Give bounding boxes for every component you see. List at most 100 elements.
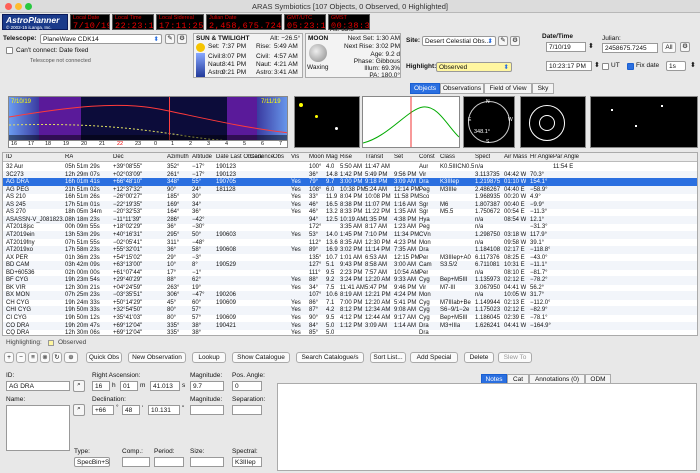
quick-obs-button[interactable]: Quick Obs [86, 352, 122, 363]
column-header[interactable]: Class [440, 154, 455, 160]
column-header[interactable]: Spect [475, 154, 490, 160]
dec-degrees-field[interactable]: +66 [92, 405, 114, 415]
moon-phase-icon [309, 44, 327, 62]
datetime-settings-icon[interactable]: ⚙ [680, 42, 690, 52]
altitude-graph[interactable] [362, 96, 460, 148]
remove-row-button[interactable]: − [16, 352, 26, 363]
magnitude-field[interactable]: 9.7 [190, 381, 224, 391]
slew-to-button[interactable]: Slew To [498, 352, 532, 363]
fix-date-checkbox[interactable] [627, 63, 634, 70]
size-field[interactable] [190, 457, 224, 467]
refresh-icon[interactable]: ↻ [52, 352, 62, 363]
period-field[interactable] [154, 457, 184, 467]
dec-label: Declination: [92, 396, 126, 403]
julian-field[interactable]: 2458675.7245 [602, 43, 658, 53]
datetime-title: Date/Time [542, 33, 573, 40]
name-search-icon[interactable]: ⌕ [73, 404, 85, 416]
pos-angle-field[interactable]: 0 [232, 381, 262, 391]
show-catalogue-button[interactable]: Show Catalogue [232, 352, 290, 363]
moon-next-set: Next Set: 1:30 AM [347, 35, 400, 42]
column-header[interactable]: Hr Angle [530, 154, 553, 160]
column-header[interactable]: Mag [326, 154, 338, 160]
compass-ring [468, 101, 510, 143]
table-cell: 12h 30m 06s [65, 330, 100, 336]
time-step-stepper[interactable]: ⬍ [690, 61, 696, 69]
new-observation-button[interactable]: New Observation [128, 352, 186, 363]
tab-objects[interactable]: Objects [410, 83, 440, 94]
list-options-icon[interactable]: ≡ [28, 352, 38, 363]
column-header[interactable]: Const [419, 154, 435, 160]
highlight-select[interactable]: Observed ⬍ [436, 62, 512, 72]
lookup-button[interactable]: Lookup [192, 352, 226, 363]
chart-date-end: 7/11/19 [261, 99, 281, 105]
tab-observations[interactable]: Observations [440, 83, 484, 94]
date-fixed-checkbox[interactable] [6, 47, 13, 54]
all-button[interactable]: All [662, 42, 676, 53]
sky-object-marker [299, 103, 303, 107]
spectral-field[interactable]: K3IIIep [232, 457, 262, 467]
sky-object-marker [335, 127, 338, 130]
telescope-tool-icon[interactable]: ✎ [165, 34, 175, 44]
column-header[interactable]: Azimuth [167, 154, 189, 160]
tab-field-of-view[interactable]: Field of View [484, 83, 532, 94]
mini-sky-chart[interactable] [294, 96, 360, 148]
column-header[interactable]: Air Mass [504, 154, 527, 160]
delete-button[interactable]: Delete [464, 352, 494, 363]
column-header[interactable]: Moon [309, 154, 324, 160]
twilight-icon [196, 53, 205, 77]
notes-area[interactable] [277, 383, 697, 471]
search-catalogue-button[interactable]: Search Catalogue/s [296, 352, 364, 363]
ra-seconds-field[interactable]: 41.013 [150, 381, 180, 391]
column-header[interactable]: ID [6, 154, 12, 160]
telescope-select[interactable]: PlaneWave CDK14 ⬍ [40, 34, 162, 44]
column-header[interactable]: Obs [273, 154, 284, 160]
site-tool-icon[interactable]: ✎ [498, 36, 508, 46]
altitude-chart[interactable]: 7/10/19 7/11/19 [8, 96, 288, 146]
separation-field[interactable] [232, 405, 262, 415]
comp-field[interactable] [122, 457, 150, 467]
julian-label: Julian: [602, 35, 621, 42]
column-header[interactable]: Par Angle [553, 154, 579, 160]
separation-label: Separation: [232, 396, 266, 403]
date-stepper[interactable]: ⬍ [588, 42, 594, 50]
column-header[interactable]: Vis [291, 154, 299, 160]
column-header[interactable]: Transit [365, 154, 383, 160]
column-header[interactable]: Dec [113, 154, 124, 160]
id-field[interactable]: AG DRA [6, 381, 70, 391]
clock-local-date: Local Date 7/10/19 [70, 14, 110, 30]
ra-hours-field[interactable]: 16 [92, 381, 110, 391]
tab-sky[interactable]: Sky [532, 83, 554, 94]
site-settings-icon[interactable]: ⚙ [510, 36, 520, 46]
type-select[interactable]: SpecBin+St [74, 457, 110, 467]
ra-hours-unit: h [112, 382, 116, 389]
column-header[interactable]: Altitude [192, 154, 212, 160]
time-stepper[interactable]: ⬍ [594, 61, 600, 69]
objects-table[interactable]: ID RA Dec Azimuth Altitude Date Last Observ. C… [2, 152, 698, 336]
magnitude2-field[interactable] [190, 405, 224, 415]
time-field[interactable]: 10:23:17 PM [546, 61, 592, 71]
highlight-swatch [48, 340, 54, 346]
column-header[interactable]: Set [394, 154, 403, 160]
dec-seconds-field[interactable]: 10.131 [148, 405, 180, 415]
sort-list-button[interactable]: Sort List... [370, 352, 406, 363]
name-field[interactable] [6, 405, 70, 451]
date-field[interactable]: 7/10/19 [546, 42, 586, 52]
clear-icon[interactable]: ⊗ [40, 352, 50, 363]
star-field-view[interactable] [590, 96, 698, 148]
column-header[interactable]: Cadence [250, 154, 274, 160]
sun-twilight-panel: SUN & TWILIGHT Alt: −26.5° Set: 7:37 PM … [193, 33, 303, 78]
add-special-button[interactable]: Add Special [410, 352, 458, 363]
telescope-note: Telescope not connected [30, 58, 91, 64]
lookup-search-icon[interactable]: ⌕ [73, 380, 85, 392]
add-row-button[interactable]: + [4, 352, 14, 363]
time-step-select[interactable]: 1s [666, 61, 686, 71]
telescope-settings-icon[interactable]: ⚙ [177, 34, 187, 44]
dec-minutes-field[interactable]: 48 [122, 405, 140, 415]
table-row[interactable]: CQ DRA 12h 30m 06s +69°12'04" 335° 38° Yes 85°… [3, 329, 697, 336]
ut-checkbox[interactable] [602, 63, 609, 70]
column-header[interactable]: Rise [340, 154, 352, 160]
site-select[interactable]: Desert Celestial Obs... ⬍ [422, 36, 496, 46]
column-header[interactable]: RA [65, 154, 73, 160]
ra-minutes-field[interactable]: 01 [120, 381, 138, 391]
telescope-icon[interactable]: ⊕ [64, 352, 78, 363]
